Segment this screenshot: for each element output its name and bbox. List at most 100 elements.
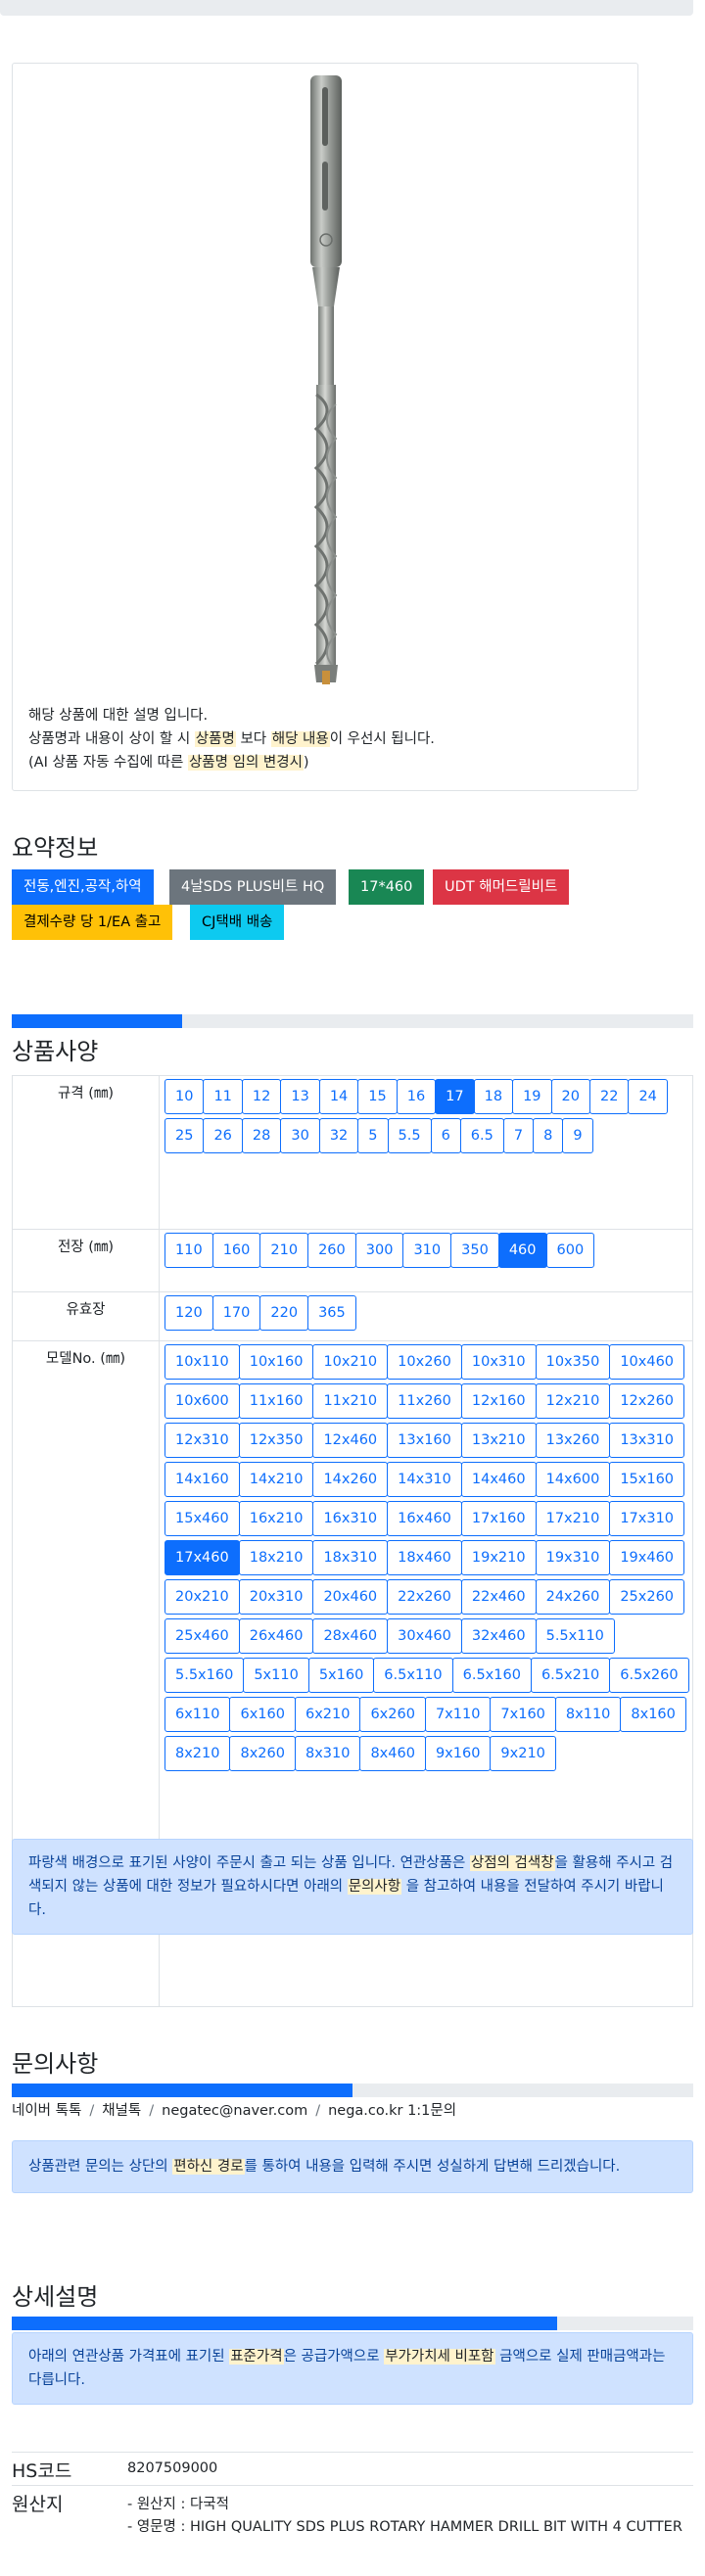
spec-option[interactable]: 16 (396, 1079, 437, 1114)
spec-option[interactable]: 7x160 (490, 1697, 556, 1732)
spec-option[interactable]: 14x460 (460, 1462, 537, 1497)
channel-email[interactable]: negatec@naver.com (162, 2103, 307, 2119)
spec-option[interactable]: 26x460 (238, 1618, 314, 1654)
spec-option[interactable]: 12x350 (238, 1423, 314, 1458)
spec-option-selected[interactable]: 17 (435, 1079, 475, 1114)
spec-option[interactable]: 28x460 (312, 1618, 389, 1654)
spec-option[interactable]: 18x310 (312, 1540, 389, 1575)
spec-option[interactable]: 25x460 (164, 1618, 240, 1654)
spec-option[interactable]: 19x310 (535, 1540, 611, 1575)
spec-option[interactable]: 8x460 (359, 1736, 426, 1771)
spec-option[interactable]: 6.5x160 (451, 1658, 532, 1693)
spec-option[interactable]: 12x460 (312, 1423, 389, 1458)
spec-option[interactable]: 10x600 (164, 1383, 240, 1419)
spec-option[interactable]: 10x260 (387, 1344, 462, 1380)
spec-option[interactable]: 7x110 (424, 1697, 492, 1732)
spec-option[interactable]: 5x160 (307, 1658, 375, 1693)
spec-option[interactable]: 20x310 (238, 1579, 314, 1615)
spec-option[interactable]: 32 (318, 1118, 359, 1153)
spec-option[interactable]: 6 (430, 1118, 461, 1153)
spec-option[interactable]: 15x160 (609, 1462, 685, 1497)
spec-option[interactable]: 11x210 (312, 1383, 389, 1419)
spec-option[interactable]: 13x210 (460, 1423, 537, 1458)
spec-option[interactable]: 14x310 (387, 1462, 462, 1497)
spec-option[interactable]: 25x260 (609, 1579, 685, 1615)
spec-option[interactable]: 15x460 (164, 1501, 240, 1536)
spec-option[interactable]: 13x260 (535, 1423, 611, 1458)
spec-option[interactable]: 32x460 (460, 1618, 537, 1654)
spec-option[interactable]: 6x210 (294, 1697, 361, 1732)
spec-option[interactable]: 17x310 (609, 1501, 685, 1536)
spec-option[interactable]: 310 (402, 1233, 452, 1268)
spec-option[interactable]: 13 (280, 1079, 320, 1114)
spec-option[interactable]: 350 (450, 1233, 499, 1268)
spec-option[interactable]: 16x460 (387, 1501, 462, 1536)
spec-option[interactable]: 20x460 (312, 1579, 389, 1615)
spec-option[interactable]: 6x160 (229, 1697, 296, 1732)
spec-option[interactable]: 8x110 (554, 1697, 622, 1732)
spec-option[interactable]: 9x160 (424, 1736, 492, 1771)
spec-option[interactable]: 8x260 (229, 1736, 296, 1771)
spec-option[interactable]: 6.5 (459, 1118, 504, 1153)
channel-site-inquiry[interactable]: nega.co.kr 1:1문의 (328, 2103, 456, 2119)
spec-option[interactable]: 220 (259, 1295, 309, 1331)
spec-option[interactable]: 14 (318, 1079, 359, 1114)
spec-option[interactable]: 365 (307, 1295, 356, 1331)
spec-option[interactable]: 30 (280, 1118, 320, 1153)
spec-option[interactable]: 16x210 (238, 1501, 314, 1536)
spec-option[interactable]: 19x460 (609, 1540, 685, 1575)
spec-option[interactable]: 11 (203, 1079, 243, 1114)
spec-option[interactable]: 11x260 (387, 1383, 462, 1419)
spec-option[interactable]: 5 (357, 1118, 389, 1153)
spec-option[interactable]: 5.5x110 (535, 1618, 615, 1654)
channel-talk[interactable]: 채널톡 (102, 2103, 141, 2119)
spec-option[interactable]: 18x460 (387, 1540, 462, 1575)
spec-option[interactable]: 5.5 (387, 1118, 432, 1153)
spec-option[interactable]: 22x260 (387, 1579, 462, 1615)
spec-option[interactable]: 16x310 (312, 1501, 389, 1536)
spec-option[interactable]: 24x260 (535, 1579, 611, 1615)
spec-option[interactable]: 10x210 (312, 1344, 389, 1380)
spec-option[interactable]: 15 (357, 1079, 398, 1114)
spec-option[interactable]: 6.5x260 (609, 1658, 689, 1693)
spec-option-selected[interactable]: 460 (497, 1233, 547, 1268)
spec-option[interactable]: 120 (164, 1295, 213, 1331)
spec-option[interactable]: 22 (588, 1079, 630, 1114)
spec-option[interactable]: 6x260 (359, 1697, 426, 1732)
spec-option[interactable]: 24 (628, 1079, 668, 1114)
spec-option[interactable]: 600 (545, 1233, 595, 1268)
spec-option[interactable]: 20 (550, 1079, 590, 1114)
spec-option[interactable]: 14x160 (164, 1462, 240, 1497)
spec-option[interactable]: 14x260 (312, 1462, 389, 1497)
spec-option[interactable]: 20x210 (164, 1579, 240, 1615)
spec-option[interactable]: 8 (533, 1118, 564, 1153)
spec-option[interactable]: 19 (512, 1079, 552, 1114)
spec-option[interactable]: 17x210 (535, 1501, 611, 1536)
spec-option[interactable]: 28 (241, 1118, 282, 1153)
spec-option[interactable]: 14x210 (238, 1462, 314, 1497)
spec-option[interactable]: 11x160 (238, 1383, 314, 1419)
spec-option[interactable]: 10 (164, 1079, 205, 1114)
spec-option[interactable]: 6.5x110 (373, 1658, 453, 1693)
spec-option[interactable]: 17x160 (460, 1501, 537, 1536)
spec-option[interactable]: 5.5x160 (164, 1658, 245, 1693)
spec-option[interactable]: 260 (307, 1233, 356, 1268)
spec-option[interactable]: 18x210 (238, 1540, 314, 1575)
spec-option[interactable]: 8x310 (294, 1736, 361, 1771)
spec-option[interactable]: 110 (164, 1233, 213, 1268)
spec-option[interactable]: 10x110 (164, 1344, 240, 1380)
spec-option[interactable]: 12 (241, 1079, 282, 1114)
spec-option[interactable]: 12x260 (609, 1383, 685, 1419)
spec-option[interactable]: 6x110 (164, 1697, 231, 1732)
spec-option[interactable]: 210 (259, 1233, 309, 1268)
spec-option[interactable]: 12x210 (535, 1383, 611, 1419)
spec-option[interactable]: 8x160 (620, 1697, 686, 1732)
spec-option[interactable]: 30x460 (387, 1618, 462, 1654)
spec-option[interactable]: 19x210 (460, 1540, 537, 1575)
spec-option[interactable]: 10x460 (609, 1344, 685, 1380)
spec-option[interactable]: 12x310 (164, 1423, 240, 1458)
spec-option[interactable]: 13x310 (609, 1423, 685, 1458)
spec-option[interactable]: 6.5x210 (530, 1658, 611, 1693)
spec-option[interactable]: 18 (473, 1079, 514, 1114)
spec-option[interactable]: 9x210 (490, 1736, 556, 1771)
